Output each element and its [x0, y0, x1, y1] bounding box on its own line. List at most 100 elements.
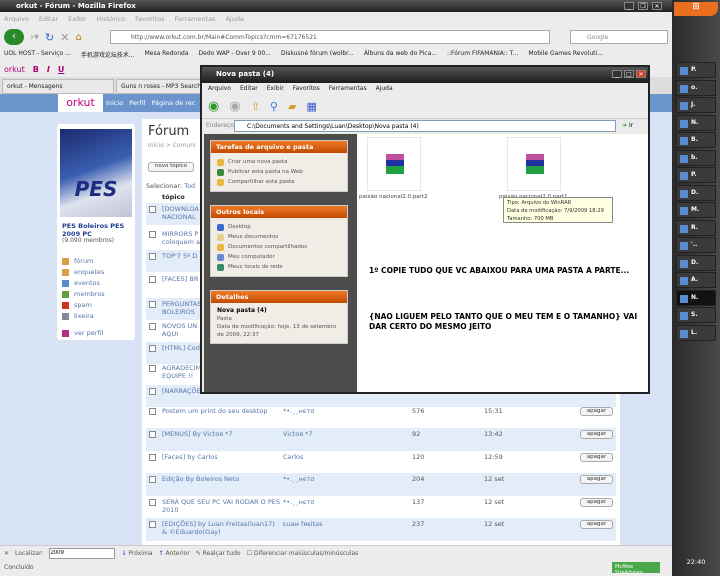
- row-checkbox[interactable]: [149, 431, 156, 438]
- menu-spam[interactable]: spam: [62, 300, 105, 311]
- author-link[interactable]: *•.¸¸нєтσ: [283, 475, 314, 483]
- italic-button[interactable]: I: [47, 65, 50, 74]
- topic-link[interactable]: NOVOS UN AQUI: [162, 322, 202, 338]
- menu-editar[interactable]: Editar: [39, 15, 58, 23]
- exmenu-favoritos[interactable]: Favoritos: [293, 85, 320, 93]
- row-checkbox[interactable]: [149, 276, 156, 283]
- task-publish-web[interactable]: Publicar esta pasta na Web: [217, 167, 341, 177]
- topic-link[interactable]: PERGUNTAS BOLEIROS: [162, 300, 202, 316]
- author-link[interactable]: Victoя *7: [283, 430, 313, 438]
- row-checkbox[interactable]: [149, 345, 156, 352]
- taskbar-item[interactable]: P.: [676, 62, 716, 78]
- reload-icon[interactable]: ↻: [45, 31, 54, 44]
- menu-enquetes[interactable]: enquetes: [62, 267, 105, 278]
- menu-ferramentas[interactable]: Ferramentas: [175, 15, 216, 23]
- nav-recados[interactable]: Página de rec: [151, 99, 195, 107]
- taskbar-item[interactable]: D.: [676, 254, 716, 271]
- orkut-logo[interactable]: orkut: [58, 94, 103, 112]
- bookmark[interactable]: Mesa Redonda: [145, 50, 189, 59]
- minimize-button[interactable]: _: [624, 2, 634, 10]
- breadcrumb[interactable]: Início > Comuni: [148, 142, 196, 149]
- panel-header[interactable]: Outros locais: [211, 206, 347, 218]
- row-checkbox[interactable]: [149, 365, 156, 372]
- row-checkbox[interactable]: [149, 206, 156, 213]
- row-checkbox[interactable]: [149, 323, 156, 330]
- taskbar-item[interactable]: M.: [676, 202, 716, 218]
- topic-link[interactable]: Postem um print do seu desktop: [162, 407, 280, 415]
- menu-arquivo[interactable]: Arquivo: [4, 15, 29, 23]
- bookmark[interactable]: Álbuns da web do Pica...: [364, 50, 437, 59]
- menu-exibir[interactable]: Exibir: [68, 15, 86, 23]
- taskbar-item[interactable]: A.: [676, 272, 716, 288]
- author-link[interactable]: *•.¸¸нєтσ: [283, 498, 314, 506]
- taskbar-item[interactable]: N.: [676, 114, 716, 131]
- topic-link[interactable]: [HTML] Cod: [162, 344, 202, 352]
- bookmark[interactable]: Mobile Games Revoluti...: [528, 50, 603, 59]
- delete-button[interactable]: apagar: [580, 430, 613, 439]
- search-icon[interactable]: ⚲: [270, 100, 278, 113]
- find-next-button[interactable]: ↓ Próxima: [121, 550, 152, 557]
- topic-link[interactable]: [EDIÇÕES] by Luan Freitas(luan17) & ©Edu…: [162, 520, 280, 536]
- bookmark[interactable]: Diskusné fórum (wolbr...: [281, 50, 354, 59]
- topic-link[interactable]: [FACES] BR: [162, 275, 202, 283]
- delete-button[interactable]: apagar: [580, 407, 613, 416]
- menu-lixeira[interactable]: lixeira: [62, 311, 105, 322]
- folders-icon[interactable]: ▰: [288, 100, 296, 113]
- bookmark[interactable]: UOL HOST - Serviço ...: [4, 50, 71, 59]
- row-checkbox[interactable]: [149, 521, 156, 528]
- taskbar-item[interactable]: R.: [676, 219, 716, 236]
- topic-link[interactable]: [NARRAÇÕE: [162, 387, 202, 395]
- place-shared[interactable]: Documentos compartilhados: [217, 242, 341, 252]
- find-prev-button[interactable]: ↑ Anterior: [159, 550, 190, 557]
- taskbar-item[interactable]: D.: [676, 184, 716, 201]
- views-icon[interactable]: ▦: [306, 100, 316, 113]
- forward-button[interactable]: ›▾: [30, 32, 39, 43]
- topic-link[interactable]: SERÁ QUE SEU PC VAI RODAR O PES 2010: [162, 498, 280, 514]
- select-all-link[interactable]: Tod: [184, 182, 195, 190]
- place-desktop[interactable]: Desktop: [217, 222, 341, 232]
- place-documents[interactable]: Meus documentos: [217, 232, 341, 242]
- bookmark[interactable]: 手机游戏论坛技术...: [81, 50, 135, 59]
- close-find-icon[interactable]: ✕: [4, 550, 9, 557]
- row-checkbox[interactable]: [149, 231, 156, 238]
- menu-historico[interactable]: Histórico: [97, 15, 126, 23]
- restore-button[interactable]: ❐: [638, 2, 648, 10]
- exmenu-exibir[interactable]: Exibir: [267, 85, 284, 93]
- mcafee-button[interactable]: McAfee SiteAdvisor: [612, 562, 660, 576]
- address-input[interactable]: C:\Documents and Settings\Luan\Desktop\N…: [234, 120, 616, 132]
- taskbar-item[interactable]: '..: [676, 237, 716, 253]
- explorer-close[interactable]: ✕: [636, 70, 646, 78]
- bookmark[interactable]: ::Fórum FIFAMANIA:: T...: [447, 50, 518, 59]
- author-link[interactable]: *•.¸¸нєтσ: [283, 407, 314, 415]
- community-name[interactable]: PES Boleiros PES 2009 PC: [62, 222, 132, 238]
- row-checkbox[interactable]: [149, 408, 156, 415]
- bookmark[interactable]: Dedo WAP - Over 9 00...: [199, 50, 271, 59]
- nav-perfil[interactable]: Perfil: [129, 99, 145, 107]
- topic-link[interactable]: AGRADECIM EQUIPE !!: [162, 364, 202, 380]
- menu-forum[interactable]: fórum: [62, 256, 105, 267]
- menu-ajuda[interactable]: Ajuda: [225, 15, 243, 23]
- back-icon[interactable]: ◉: [208, 99, 219, 114]
- exmenu-ajuda[interactable]: Ajuda: [376, 85, 393, 93]
- home-icon[interactable]: ⌂: [75, 32, 81, 43]
- nav-inicio[interactable]: Início: [106, 99, 123, 107]
- row-checkbox[interactable]: [149, 301, 156, 308]
- place-network[interactable]: Meus locais de rede: [217, 262, 341, 272]
- file-part2[interactable]: [367, 137, 421, 191]
- row-checkbox[interactable]: [149, 499, 156, 506]
- author-link[interactable]: Łuaи fяєitas: [283, 520, 323, 528]
- find-input[interactable]: [49, 547, 116, 559]
- file-name[interactable]: paixão nacional2.0.part2: [359, 194, 428, 200]
- community-image[interactable]: PES: [60, 129, 132, 217]
- go-button[interactable]: ➜ Ir: [622, 122, 633, 129]
- taskbar-item[interactable]: L.: [676, 324, 716, 341]
- taskbar-item[interactable]: B.: [676, 132, 716, 148]
- taskbar-item[interactable]: b.: [676, 149, 716, 166]
- taskbar-item[interactable]: J.: [676, 97, 716, 113]
- match-case-checkbox[interactable]: ☐ Diferenciar maiúsculas/minúsculas: [247, 550, 359, 557]
- taskbar-item[interactable]: P.: [676, 167, 716, 183]
- delete-button[interactable]: apagar: [580, 475, 613, 484]
- exmenu-editar[interactable]: Editar: [240, 85, 258, 93]
- topic-link[interactable]: Edição By Boleiros Neto: [162, 475, 280, 483]
- row-checkbox[interactable]: [149, 454, 156, 461]
